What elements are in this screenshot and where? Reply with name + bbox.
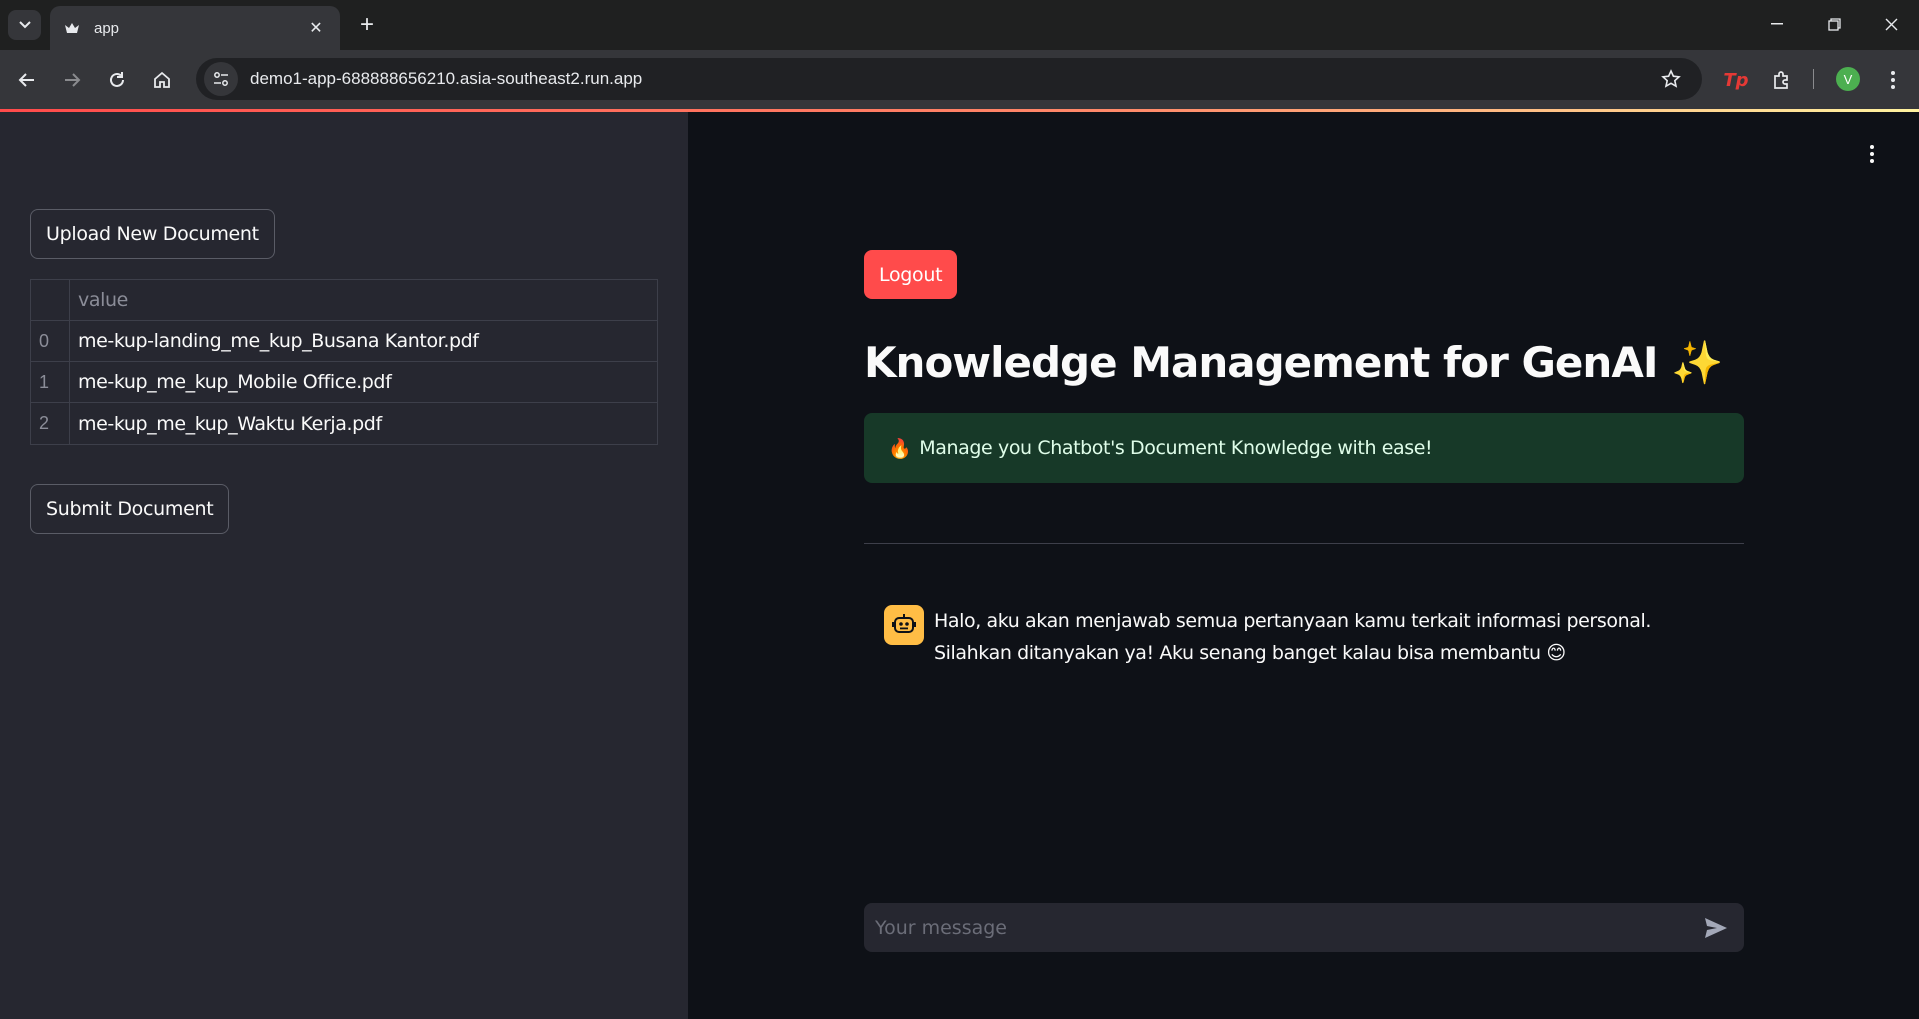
documents-table: value 0 me-kup-landing_me_kup_Busana Kan… [30,279,658,445]
browser-tab-bar: app ✕ + [0,0,1919,50]
close-icon [1885,18,1897,30]
new-tab-button[interactable]: + [352,10,382,40]
browser-menu-button[interactable] [1876,63,1910,97]
row-index: 1 [31,362,70,402]
close-window-button[interactable] [1868,8,1914,40]
tp-extension-icon: Tp [1723,69,1749,91]
upload-document-button[interactable]: Upload New Document [30,209,275,259]
arrow-left-icon [18,73,34,87]
home-icon [154,71,170,88]
assistant-chat-message: Halo, aku akan menjawab semua pertanyaan… [884,605,1724,669]
index-header [31,280,70,320]
menu-dot [1870,145,1874,149]
tab-search-button[interactable] [8,10,41,40]
browser-toolbar: demo1-app-688888656210.asia-southeast2.r… [0,50,1919,109]
submit-document-button[interactable]: Submit Document [30,484,230,534]
home-button[interactable] [145,63,179,97]
minimize-button[interactable] [1754,8,1800,40]
alert-text: Manage you Chatbot's Document Knowledge … [919,437,1433,459]
success-alert: 🔥 Manage you Chatbot's Document Knowledg… [864,413,1744,483]
toolbar-separator [1813,69,1814,89]
close-tab-icon[interactable]: ✕ [306,18,326,38]
table-row[interactable]: 0 me-kup-landing_me_kup_Busana Kantor.pd… [31,321,657,362]
row-index: 2 [31,403,70,444]
document-name-cell[interactable]: me-kup_me_kup_Waktu Kerja.pdf [70,403,657,444]
robot-icon [892,614,916,633]
menu-dot [1870,152,1874,156]
bookmark-button[interactable] [1654,62,1688,96]
arrow-right-icon [65,73,81,87]
menu-dot [1870,159,1874,163]
puzzle-icon [1774,71,1788,89]
restore-button[interactable] [1811,8,1857,40]
table-row[interactable]: 2 me-kup_me_kup_Waktu Kerja.pdf [31,403,657,444]
table-header-row: value [31,280,657,321]
chat-input-container [864,903,1744,952]
tab-title: app [94,19,120,37]
site-settings-button[interactable] [204,62,238,96]
document-name-cell[interactable]: me-kup-landing_me_kup_Busana Kantor.pdf [70,321,657,361]
browser-tab[interactable]: app ✕ [50,6,340,50]
main-content [688,112,1919,1019]
value-column-header[interactable]: value [70,280,657,320]
extension-tp-button[interactable]: Tp [1719,63,1753,97]
assistant-message-text: Halo, aku akan menjawab semua pertanyaan… [934,610,1651,664]
bot-avatar [884,605,924,645]
send-icon [1705,917,1727,938]
reload-icon [110,72,124,87]
fire-icon: 🔥 [888,437,912,460]
extensions-button[interactable] [1765,63,1799,97]
tune-icon [214,72,228,86]
minimize-icon [1771,23,1783,25]
address-bar[interactable]: demo1-app-688888656210.asia-southeast2.r… [196,58,1702,100]
crown-icon [64,20,80,36]
send-button[interactable] [1696,908,1736,948]
row-index: 0 [31,321,70,361]
logout-button[interactable]: Logout [864,250,958,299]
chevron-down-icon [18,21,31,29]
profile-avatar[interactable]: V [1836,67,1860,91]
back-button[interactable] [10,63,44,97]
app-menu-button[interactable] [1862,142,1882,166]
table-row[interactable]: 1 me-kup_me_kup_Mobile Office.pdf [31,362,657,403]
restore-icon [1827,17,1841,31]
vertical-dots-icon [1891,71,1895,89]
page-title: Knowledge Management for GenAI ✨ [864,338,1723,387]
document-name-cell[interactable]: me-kup_me_kup_Mobile Office.pdf [70,362,657,402]
star-icon [1661,69,1681,88]
forward-button[interactable] [55,63,89,97]
chat-message-input[interactable] [864,916,1696,939]
divider [864,543,1744,544]
url-text[interactable]: demo1-app-688888656210.asia-southeast2.r… [250,69,1654,89]
reload-button[interactable] [100,63,134,97]
